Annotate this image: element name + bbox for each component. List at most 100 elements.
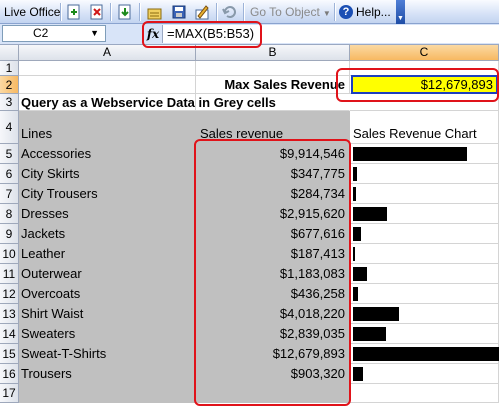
sales-revenue-header: Sales revenue: [196, 111, 350, 144]
chevron-down-icon[interactable]: ▼: [90, 26, 99, 41]
row-header[interactable]: 5: [0, 144, 19, 164]
live-office-menu[interactable]: Live Office: [4, 3, 60, 21]
row-header[interactable]: 13: [0, 304, 19, 324]
sales-revenue-cell[interactable]: $187,413: [196, 244, 350, 264]
name-box-value: C2: [33, 26, 49, 40]
line-name-cell[interactable]: Jackets: [19, 224, 196, 244]
row-header[interactable]: 9: [0, 224, 19, 244]
row-header[interactable]: 3: [0, 94, 19, 111]
revenue-bar: [353, 347, 499, 361]
line-name-cell[interactable]: Accessories: [19, 144, 196, 164]
edit-icon[interactable]: [193, 3, 211, 21]
live-office-toolbar: Live Office Go To Object ▼ ? Help... ▼: [0, 0, 499, 24]
line-name-cell[interactable]: Overcoats: [19, 284, 196, 304]
line-name-cell[interactable]: Shirt Waist: [19, 304, 196, 324]
chart-cell[interactable]: [350, 184, 499, 204]
help-button[interactable]: ? Help...: [339, 3, 391, 21]
revenue-bar: [353, 367, 363, 381]
line-name-cell[interactable]: Leather: [19, 244, 196, 264]
row-header[interactable]: 15: [0, 344, 19, 364]
properties-icon[interactable]: [146, 3, 164, 21]
insert-function-icon[interactable]: fx: [146, 26, 160, 42]
sales-revenue-chart-header: Sales Revenue Chart: [350, 111, 499, 144]
undo-icon[interactable]: [221, 3, 239, 21]
column-header-c[interactable]: C: [350, 45, 499, 61]
cell[interactable]: [350, 94, 499, 111]
line-name-cell[interactable]: Sweat-T-Shirts: [19, 344, 196, 364]
sales-revenue-cell[interactable]: $4,018,220: [196, 304, 350, 324]
row-header[interactable]: 11: [0, 264, 19, 284]
row-header[interactable]: 2: [0, 76, 19, 94]
revenue-bar: [353, 227, 361, 241]
sales-revenue-cell[interactable]: $347,775: [196, 164, 350, 184]
revenue-bar: [353, 167, 357, 181]
chart-cell[interactable]: [350, 284, 499, 304]
toolbar-options-chevron-icon[interactable]: ▼: [396, 0, 405, 24]
remove-icon[interactable]: [88, 3, 106, 21]
chart-cell[interactable]: [350, 164, 499, 184]
row-header[interactable]: 10: [0, 244, 19, 264]
cell[interactable]: [196, 61, 350, 76]
cell[interactable]: [19, 76, 196, 94]
chart-cell[interactable]: [350, 364, 499, 384]
cell[interactable]: [196, 384, 350, 403]
chart-cell[interactable]: [350, 224, 499, 244]
sales-revenue-cell[interactable]: $2,839,035: [196, 324, 350, 344]
sales-revenue-cell[interactable]: $284,734: [196, 184, 350, 204]
query-title: Query as a Webservice Data in Grey cells: [19, 94, 276, 111]
cell[interactable]: [350, 384, 499, 403]
chart-cell[interactable]: [350, 244, 499, 264]
row-header[interactable]: 4: [0, 111, 19, 144]
go-to-object-label: Go To Object: [250, 5, 320, 19]
column-headers: A B C: [0, 45, 499, 61]
name-box[interactable]: C2 ▼: [2, 25, 106, 42]
chevron-down-icon: ▼: [322, 9, 331, 18]
refresh-object-icon[interactable]: [116, 3, 134, 21]
sales-revenue-cell[interactable]: $1,183,083: [196, 264, 350, 284]
line-name-cell[interactable]: Trousers: [19, 364, 196, 384]
help-icon: ?: [339, 5, 353, 19]
selected-cell-c2[interactable]: $12,679,893: [351, 75, 498, 94]
max-sales-label: Max Sales Revenue: [196, 76, 350, 94]
row-header[interactable]: 7: [0, 184, 19, 204]
row-header[interactable]: 1: [0, 61, 19, 76]
line-name-cell[interactable]: Sweaters: [19, 324, 196, 344]
cell[interactable]: [350, 61, 499, 76]
select-all-corner[interactable]: [0, 45, 19, 61]
cell[interactable]: [19, 384, 196, 403]
line-name-cell[interactable]: City Skirts: [19, 164, 196, 184]
sales-revenue-cell[interactable]: $436,258: [196, 284, 350, 304]
toolbar-separator: [60, 3, 62, 21]
toolbar-separator: [243, 3, 245, 21]
revenue-bar: [353, 247, 355, 261]
line-name-cell[interactable]: Dresses: [19, 204, 196, 224]
sales-revenue-cell[interactable]: $903,320: [196, 364, 350, 384]
row-header[interactable]: 17: [0, 384, 19, 403]
sales-revenue-cell[interactable]: $12,679,893: [196, 344, 350, 364]
line-name-cell[interactable]: City Trousers: [19, 184, 196, 204]
chart-cell[interactable]: [350, 264, 499, 284]
cell[interactable]: [19, 61, 196, 76]
row-header[interactable]: 12: [0, 284, 19, 304]
cell[interactable]: [196, 94, 350, 111]
toolbar-separator: [216, 3, 218, 21]
sales-revenue-cell[interactable]: $677,616: [196, 224, 350, 244]
insert-icon[interactable]: [65, 3, 83, 21]
line-name-cell[interactable]: Outerwear: [19, 264, 196, 284]
save-icon[interactable]: [170, 3, 188, 21]
row-header[interactable]: 14: [0, 324, 19, 344]
column-header-a[interactable]: A: [19, 45, 196, 61]
column-header-b[interactable]: B: [196, 45, 350, 61]
toolbar-separator: [110, 3, 112, 21]
row-header[interactable]: 8: [0, 204, 19, 224]
go-to-object-dropdown[interactable]: Go To Object ▼: [250, 3, 331, 21]
lines-header: Lines: [19, 111, 196, 144]
row-header[interactable]: 6: [0, 164, 19, 184]
sales-revenue-cell[interactable]: $9,914,546: [196, 144, 350, 164]
row-header[interactable]: 16: [0, 364, 19, 384]
toolbar-separator: [139, 3, 141, 21]
sales-revenue-cell[interactable]: $2,915,620: [196, 204, 350, 224]
toolbar-separator: [334, 3, 336, 21]
revenue-bar: [353, 207, 387, 221]
formula-input[interactable]: =MAX(B5:B53): [162, 25, 499, 43]
